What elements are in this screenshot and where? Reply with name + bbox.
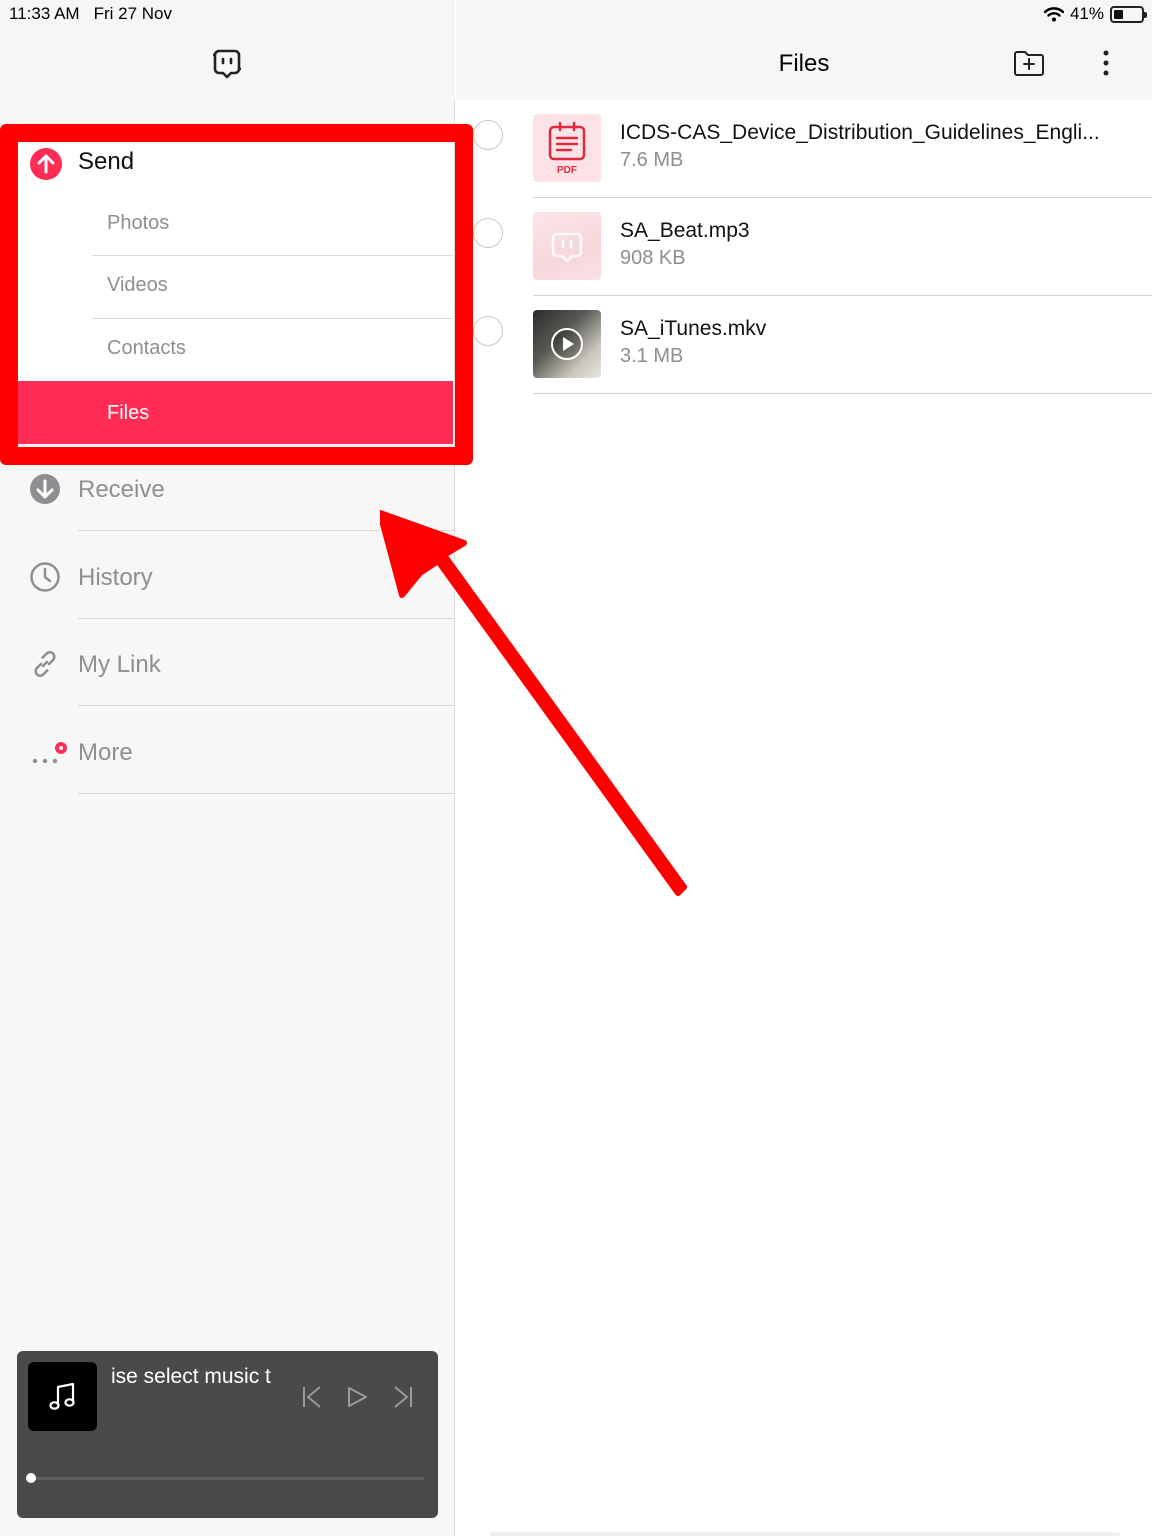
wifi-icon — [1043, 7, 1064, 22]
skip-next-icon[interactable] — [391, 1383, 415, 1411]
file-row[interactable]: SA_Beat.mp3 908 KB — [456, 198, 1152, 296]
video-thumbnail — [533, 310, 601, 378]
new-folder-icon[interactable] — [1012, 46, 1046, 80]
sidebar-item-contacts[interactable]: Contacts — [92, 319, 453, 381]
progress-knob[interactable] — [26, 1473, 36, 1483]
progress-track[interactable] — [31, 1477, 424, 1480]
clock-icon — [30, 562, 60, 592]
file-name: ICDS-CAS_Device_Distribution_Guidelines_… — [620, 121, 1100, 144]
divider — [533, 393, 1152, 394]
sidebar: Send Photos Videos Contacts Files Receiv… — [0, 0, 455, 1536]
pdf-file-icon: PDF — [533, 114, 601, 182]
sidebar-item-label: Contacts — [107, 337, 186, 359]
music-player: ise select music t — [17, 1351, 438, 1518]
notification-badge — [53, 740, 69, 756]
status-bar-time: 11:33 AM Fri 27 Nov — [9, 4, 172, 24]
pdf-type-label: PDF — [557, 165, 577, 176]
home-indicator — [490, 1532, 1120, 1536]
file-name: SA_iTunes.mkv — [620, 317, 767, 340]
divider — [78, 793, 455, 794]
sidebar-item-videos[interactable]: Videos — [92, 256, 453, 319]
sidebar-item-label: History — [78, 564, 153, 591]
file-row[interactable]: SA_iTunes.mkv 3.1 MB — [456, 296, 1152, 394]
sidebar-item-photos[interactable]: Photos — [92, 194, 453, 256]
file-row[interactable]: PDF ICDS-CAS_Device_Distribution_Guideli… — [456, 100, 1152, 198]
sidebar-item-label: My Link — [78, 651, 161, 678]
sidebar-item-files[interactable]: Files — [18, 381, 453, 444]
sidebar-item-label: Receive — [78, 476, 165, 503]
music-note-icon[interactable] — [28, 1362, 97, 1431]
player-title: ise select music t — [111, 1365, 271, 1388]
status-time: 11:33 AM — [9, 4, 80, 23]
page-title: Files — [778, 50, 830, 77]
sidebar-item-label: Photos — [107, 212, 170, 234]
file-size: 7.6 MB — [620, 149, 684, 171]
status-bar-right: 41% — [1043, 4, 1147, 24]
download-circle-icon — [30, 474, 60, 504]
send-header[interactable]: Send — [18, 144, 453, 184]
file-size: 3.1 MB — [620, 345, 684, 367]
file-size: 908 KB — [620, 247, 686, 269]
send-section: Send Photos Videos Contacts Files — [18, 144, 453, 444]
select-radio[interactable] — [473, 316, 503, 346]
upload-circle-icon — [30, 148, 62, 180]
send-label: Send — [78, 148, 135, 175]
sidebar-item-receive[interactable]: Receive — [0, 443, 455, 531]
app-window: Send Photos Videos Contacts Files Receiv… — [0, 0, 1152, 1536]
sidebar-item-label: More — [78, 739, 133, 766]
sidebar-item-label: Videos — [107, 274, 168, 296]
play-icon[interactable] — [345, 1383, 369, 1411]
skip-previous-icon[interactable] — [300, 1383, 324, 1411]
select-radio[interactable] — [473, 120, 503, 150]
audio-file-icon — [533, 212, 601, 280]
sidebar-item-my-link[interactable]: My Link — [0, 618, 455, 706]
sidebar-item-label: Files — [107, 402, 150, 424]
sidebar-item-more[interactable]: More — [0, 706, 455, 794]
status-date: Fri 27 Nov — [93, 4, 172, 23]
app-logo-icon[interactable] — [211, 47, 243, 79]
more-vertical-icon[interactable] — [1096, 48, 1116, 80]
battery-percent: 41% — [1069, 4, 1104, 23]
battery-icon — [1110, 5, 1147, 23]
link-icon — [34, 651, 56, 677]
sidebar-item-history[interactable]: History — [0, 531, 455, 619]
select-radio[interactable] — [473, 218, 503, 248]
file-name: SA_Beat.mp3 — [620, 219, 750, 242]
